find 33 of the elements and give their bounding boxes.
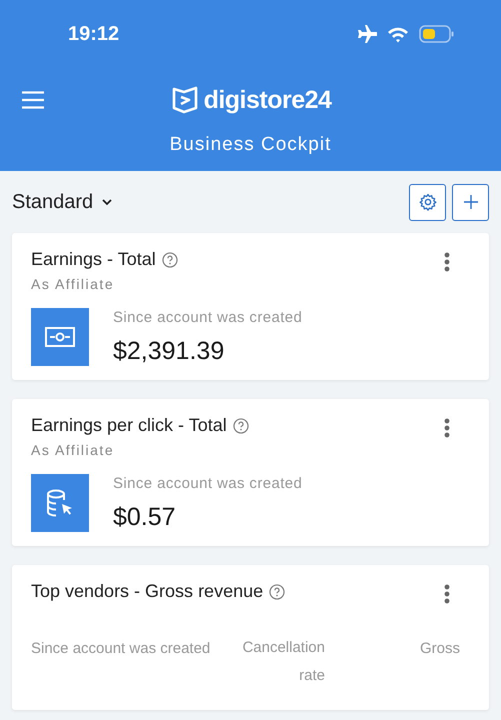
- page-subtitle: Business Cockpit: [168, 134, 332, 156]
- column-header: Cancellation rate: [241, 638, 325, 686]
- more-icon[interactable]: [444, 584, 450, 604]
- period-label: Since account was created: [113, 474, 302, 492]
- column-header: Gross: [420, 640, 460, 659]
- column-header: Since account was created: [31, 640, 212, 659]
- help-icon[interactable]: [269, 584, 286, 600]
- battery-icon: [419, 25, 455, 43]
- plus-icon: [464, 195, 478, 209]
- wifi-icon: [387, 26, 409, 42]
- metric-value: $0.57: [113, 502, 177, 532]
- chevron-down-icon: [101, 198, 114, 206]
- more-icon[interactable]: [444, 252, 450, 272]
- card-subtitle: As Affiliate: [31, 276, 116, 292]
- help-icon[interactable]: [162, 252, 178, 268]
- add-button[interactable]: [452, 184, 489, 220]
- settings-icon: [418, 193, 436, 211]
- metric-value: $2,391.39: [113, 336, 226, 366]
- period-label: Since account was created: [113, 308, 302, 326]
- card-title: Earnings per click - Total: [31, 415, 227, 436]
- more-icon[interactable]: [444, 418, 450, 438]
- banknote-icon: [45, 327, 75, 347]
- logo-icon: [170, 86, 200, 114]
- logo-text: digistore24: [204, 86, 332, 114]
- view-dropdown[interactable]: Standard: [12, 190, 114, 214]
- menu-icon[interactable]: [22, 91, 44, 109]
- card-subtitle: As Affiliate: [31, 442, 116, 458]
- settings-button[interactable]: [409, 184, 446, 220]
- card-title: Top vendors - Gross revenue: [31, 581, 264, 602]
- status-time: 19:12: [68, 22, 120, 46]
- card-title: Earnings - Total: [31, 249, 156, 270]
- help-icon[interactable]: [232, 418, 249, 434]
- airplane-icon: [357, 25, 377, 43]
